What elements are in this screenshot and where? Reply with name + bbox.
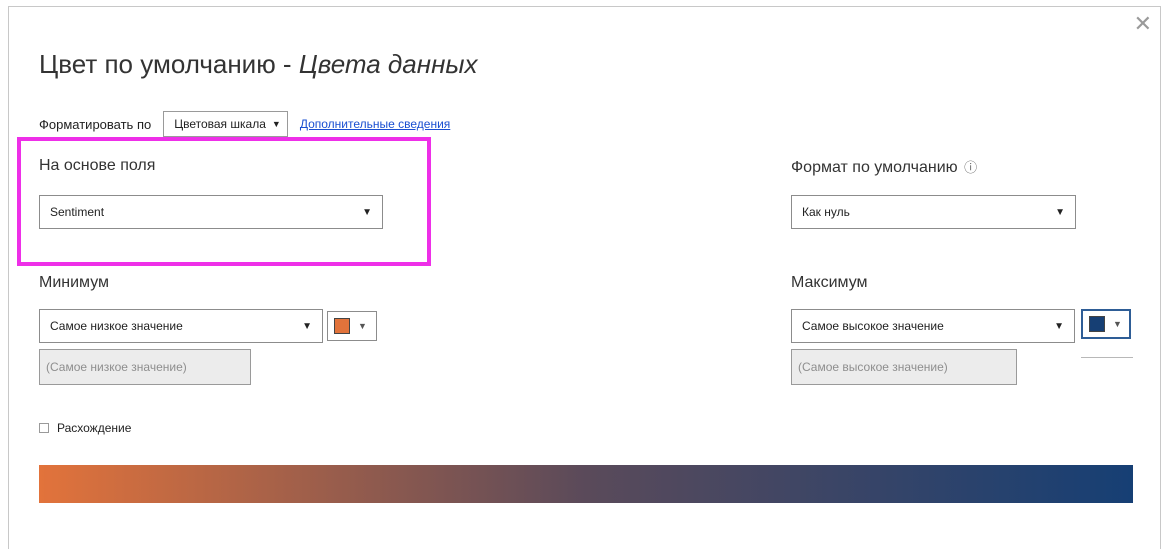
minimum-type-value: Самое низкое значение (50, 319, 183, 333)
maximum-color-swatch (1089, 316, 1105, 332)
divergent-label: Расхождение (57, 421, 132, 435)
divergent-checkbox[interactable] (39, 423, 49, 433)
format-by-row: Форматировать по Цветовая шкала ▼ Дополн… (39, 111, 450, 137)
chevron-down-icon: ▼ (302, 320, 312, 332)
minimum-color-picker[interactable]: ▼ (327, 311, 377, 341)
chevron-down-icon: ▼ (1113, 319, 1122, 329)
title-main: Цвет по умолчанию - (39, 49, 299, 79)
default-format-label: Формат по умолчанию ⓘ (791, 157, 977, 177)
maximum-type-value: Самое высокое значение (802, 319, 944, 333)
default-format-value: Как нуль (802, 205, 850, 219)
chevron-down-icon: ▼ (358, 321, 367, 331)
learn-more-link[interactable]: Дополнительные сведения (300, 117, 450, 131)
minimum-label: Минимум (39, 274, 110, 291)
divergent-option[interactable]: Расхождение (39, 421, 131, 435)
dialog-title: Цвет по умолчанию - Цвета данных (39, 49, 478, 80)
color-scale-preview (39, 465, 1133, 503)
chevron-down-icon: ▼ (1055, 206, 1065, 218)
title-italic: Цвета данных (298, 49, 478, 79)
info-icon[interactable]: ⓘ (964, 160, 977, 175)
default-format-text: Формат по умолчанию (791, 159, 958, 176)
format-by-value: Цветовая шкала (174, 117, 266, 131)
format-by-label: Форматировать по (39, 116, 152, 132)
format-by-select[interactable]: Цветовая шкала ▼ (163, 111, 288, 137)
chevron-down-icon: ▼ (271, 119, 281, 129)
default-format-select[interactable]: Как нуль ▼ (791, 195, 1076, 229)
close-icon[interactable]: ✕ (1134, 13, 1152, 35)
based-on-field-value: Sentiment (50, 205, 105, 219)
minimum-color-swatch (334, 318, 350, 334)
minimum-type-select[interactable]: Самое низкое значение ▼ (39, 309, 323, 343)
chevron-down-icon: ▼ (1054, 320, 1064, 332)
based-on-field-select[interactable]: Sentiment ▼ (39, 195, 383, 229)
maximum-label: Максимум (791, 274, 868, 291)
divider (1081, 357, 1133, 358)
minimum-value-input[interactable]: (Самое низкое значение) (39, 349, 251, 385)
maximum-value-input[interactable]: (Самое высокое значение) (791, 349, 1017, 385)
format-dialog: ✕ Цвет по умолчанию - Цвета данных Форма… (8, 6, 1161, 549)
chevron-down-icon: ▼ (362, 206, 372, 218)
maximum-type-select[interactable]: Самое высокое значение ▼ (791, 309, 1075, 343)
based-on-field-label: На основе поля (39, 157, 156, 174)
maximum-color-picker[interactable]: ▼ (1081, 309, 1131, 339)
